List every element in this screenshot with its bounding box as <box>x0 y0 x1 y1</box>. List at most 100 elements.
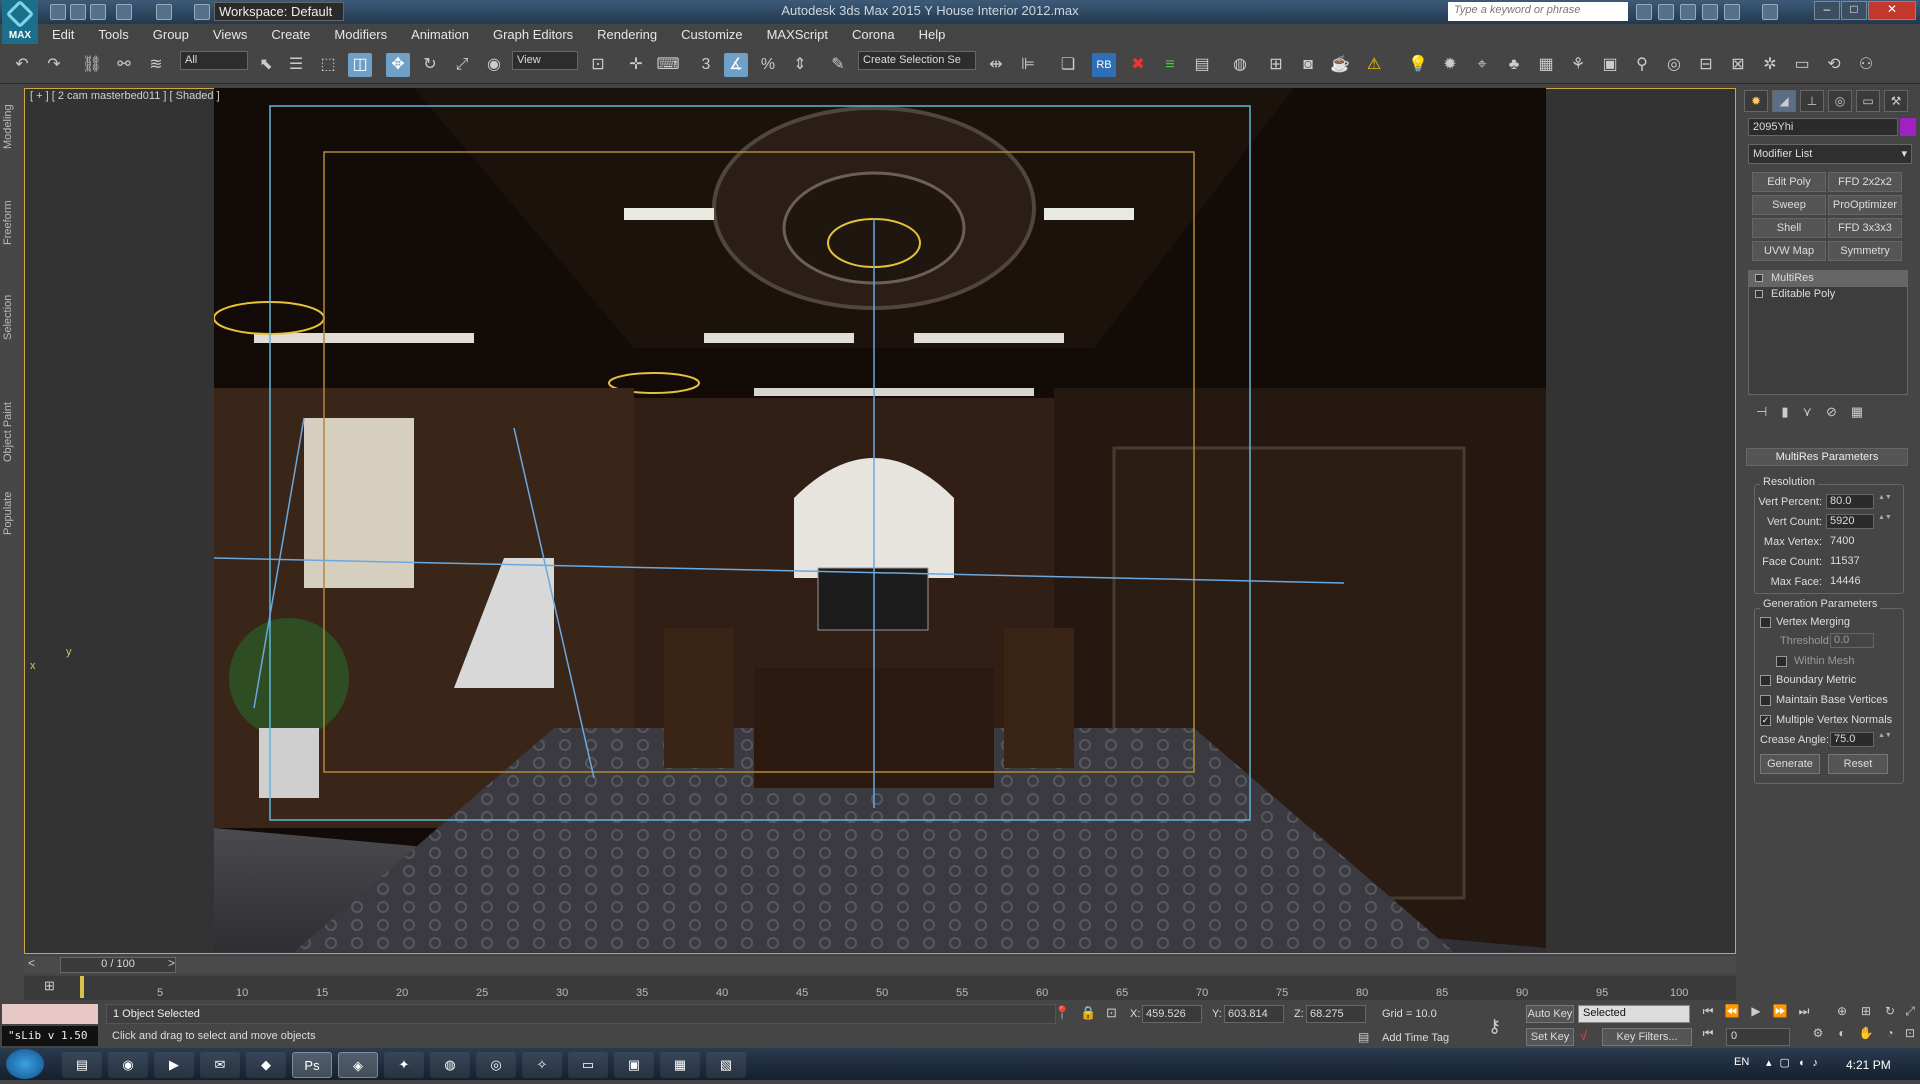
motion-tab-icon[interactable]: ◎ <box>1828 90 1852 112</box>
modifier-button-uvw-map[interactable]: UVW Map <box>1752 241 1826 261</box>
vertex-merging-checkbox[interactable] <box>1760 617 1771 628</box>
angle-snap-icon[interactable]: ∡ <box>724 53 748 77</box>
next-frame-button-icon[interactable]: ⏩ <box>1770 1004 1790 1024</box>
app-logo-button[interactable]: MAX <box>2 0 38 44</box>
align-icon[interactable]: ⊫ <box>1016 53 1040 77</box>
unlink-icon[interactable]: ⚯ <box>112 53 136 77</box>
minimize-button[interactable]: – <box>1814 1 1840 20</box>
next-frame-icon[interactable]: > <box>168 956 175 970</box>
list-icon[interactable]: ▦ <box>1534 53 1558 77</box>
key-curve-icon[interactable]: √ <box>1580 1028 1587 1043</box>
menu-group[interactable]: Group <box>141 24 201 46</box>
taskbar-acrobat-icon[interactable]: ◆ <box>246 1052 286 1078</box>
render-icon[interactable]: ◎ <box>1662 53 1686 77</box>
select-by-name-icon[interactable]: ☰ <box>284 53 308 77</box>
select-scale-icon[interactable]: ⤢ <box>450 53 474 77</box>
crease-angle-field[interactable]: 75.0 <box>1830 732 1874 747</box>
menu-animation[interactable]: Animation <box>399 24 481 46</box>
previous-frame-icon[interactable]: ⏪ <box>1722 1004 1742 1024</box>
graphite-ribbon-icon[interactable]: ▤ <box>1190 53 1214 77</box>
reference-coordinate-dropdown[interactable]: View <box>512 51 578 70</box>
time-slider-track[interactable] <box>24 956 1736 974</box>
warning-icon[interactable]: ⚠ <box>1362 53 1386 77</box>
orbit-icon[interactable]: ↻ <box>1880 1004 1900 1024</box>
zoom-all-icon[interactable]: ⊞ <box>1856 1004 1876 1024</box>
spinner-icon[interactable]: ▲▼ <box>1878 732 1892 747</box>
workspace-dropdown[interactable]: Workspace: Default <box>214 2 344 21</box>
vert-count-field[interactable]: 5920 <box>1826 514 1874 529</box>
mirror-icon[interactable]: ⇹ <box>984 53 1008 77</box>
walkthrough-icon[interactable]: ◔ <box>1880 1026 1900 1046</box>
x-icon[interactable] <box>1724 4 1740 20</box>
help-icon[interactable] <box>1762 4 1778 20</box>
key-mode-toggle-icon[interactable]: ⏮ <box>1698 1026 1718 1046</box>
render-region-icon[interactable]: ⊠ <box>1726 53 1750 77</box>
close-button[interactable]: ✕ <box>1868 1 1916 20</box>
taskbar-photoshop-icon[interactable]: Ps <box>292 1052 332 1078</box>
viewport-label[interactable]: [ + ] [ 2 cam masterbed011 ] [ Shaded ] <box>30 90 220 102</box>
named-selection-dropdown[interactable]: Create Selection Se <box>858 51 976 70</box>
new-file-icon[interactable] <box>50 4 66 20</box>
material-editor-icon[interactable]: ◙ <box>1296 53 1320 77</box>
save-file-icon[interactable] <box>90 4 106 20</box>
curve-editor-mini-icon[interactable]: ⊞ <box>44 978 55 994</box>
modifier-button-sweep[interactable]: Sweep <box>1752 195 1826 215</box>
spinner-icon[interactable]: ▲▼ <box>1878 514 1892 529</box>
modifier-button-symmetry[interactable]: Symmetry <box>1828 241 1902 261</box>
curve-editor-icon[interactable]: ◍ <box>1228 53 1252 77</box>
link-icon[interactable]: ⛓ <box>80 53 104 77</box>
tree-icon[interactable]: ♣ <box>1502 53 1526 77</box>
camera-icon[interactable]: ⌖ <box>1470 53 1494 77</box>
zoom-icon[interactable]: ⊕ <box>1832 1004 1852 1024</box>
y-coordinate-field[interactable]: 603.814 <box>1224 1005 1284 1023</box>
maximize-button[interactable]: □ <box>1841 1 1867 20</box>
go-to-start-icon[interactable]: ⏮ <box>1698 1004 1718 1024</box>
tab-object-paint[interactable]: Object Paint <box>2 384 22 480</box>
modifier-button-edit-poly[interactable]: Edit Poly <box>1752 172 1826 192</box>
auto-key-button[interactable]: Auto Key <box>1526 1005 1574 1023</box>
taskbar-media-icon[interactable]: ▶ <box>154 1052 194 1078</box>
taskbar-clock[interactable]: 4:21 PM <box>1846 1058 1891 1072</box>
display-tab-icon[interactable]: ▭ <box>1856 90 1880 112</box>
taskbar-app-icon[interactable]: ✦ <box>384 1052 424 1078</box>
redo-quick-icon[interactable] <box>156 4 172 20</box>
select-place-icon[interactable]: ◉ <box>482 53 506 77</box>
snap-toggle-icon[interactable]: 3 <box>694 53 718 77</box>
undo-quick-icon[interactable] <box>116 4 132 20</box>
tab-populate[interactable]: Populate <box>2 480 22 546</box>
teapot-icon[interactable]: ⚲ <box>1630 53 1654 77</box>
object-name-field[interactable]: 2095Yhi <box>1748 118 1898 136</box>
loop-icon[interactable]: ⟲ <box>1822 53 1846 77</box>
generate-button[interactable]: Generate <box>1760 754 1820 774</box>
menu-corona[interactable]: Corona <box>840 24 907 46</box>
object-color-swatch[interactable] <box>1900 118 1916 136</box>
undo-icon[interactable]: ↶ <box>10 53 34 77</box>
sun-icon[interactable]: ✹ <box>1438 53 1462 77</box>
z-coordinate-field[interactable]: 68.275 <box>1306 1005 1366 1023</box>
add-time-tag-button[interactable]: Add Time Tag <box>1382 1032 1449 1044</box>
pan-icon[interactable]: ✋ <box>1856 1026 1876 1046</box>
menu-modifiers[interactable]: Modifiers <box>322 24 399 46</box>
select-manipulate-icon[interactable]: ✛ <box>624 53 648 77</box>
bulb-icon[interactable]: ⚇ <box>1854 53 1878 77</box>
frame-buffer-icon[interactable]: ⊟ <box>1694 53 1718 77</box>
search-input[interactable]: Type a keyword or phrase <box>1448 2 1628 21</box>
key-icon[interactable] <box>1658 4 1674 20</box>
bulb-icon[interactable] <box>1755 274 1763 282</box>
absolute-mode-icon[interactable]: ⊡ <box>1106 1005 1117 1021</box>
time-config-icon[interactable]: ⚙ <box>1808 1026 1828 1046</box>
taskbar-remote-icon[interactable]: ▧ <box>706 1052 746 1078</box>
maximize-viewport-icon[interactable]: ⤢ <box>1900 1004 1920 1024</box>
taskbar-outlook-icon[interactable]: ✉ <box>200 1052 240 1078</box>
tab-modeling[interactable]: Modeling <box>2 94 22 160</box>
taskbar-3dsmax-icon[interactable]: ◈ <box>338 1052 378 1078</box>
hierarchy-tab-icon[interactable]: ⊥ <box>1800 90 1824 112</box>
current-frame-field[interactable]: 0 <box>1726 1028 1790 1046</box>
keyboard-shortcut-icon[interactable]: ⌨ <box>656 53 680 77</box>
field-of-view-icon[interactable]: ◐ <box>1832 1026 1852 1046</box>
exchange-icon[interactable] <box>1680 4 1696 20</box>
tab-freeform[interactable]: Freeform <box>2 190 22 256</box>
menu-help[interactable]: Help <box>907 24 958 46</box>
camera-viewport[interactable] <box>214 88 1546 952</box>
tab-selection[interactable]: Selection <box>2 284 22 350</box>
